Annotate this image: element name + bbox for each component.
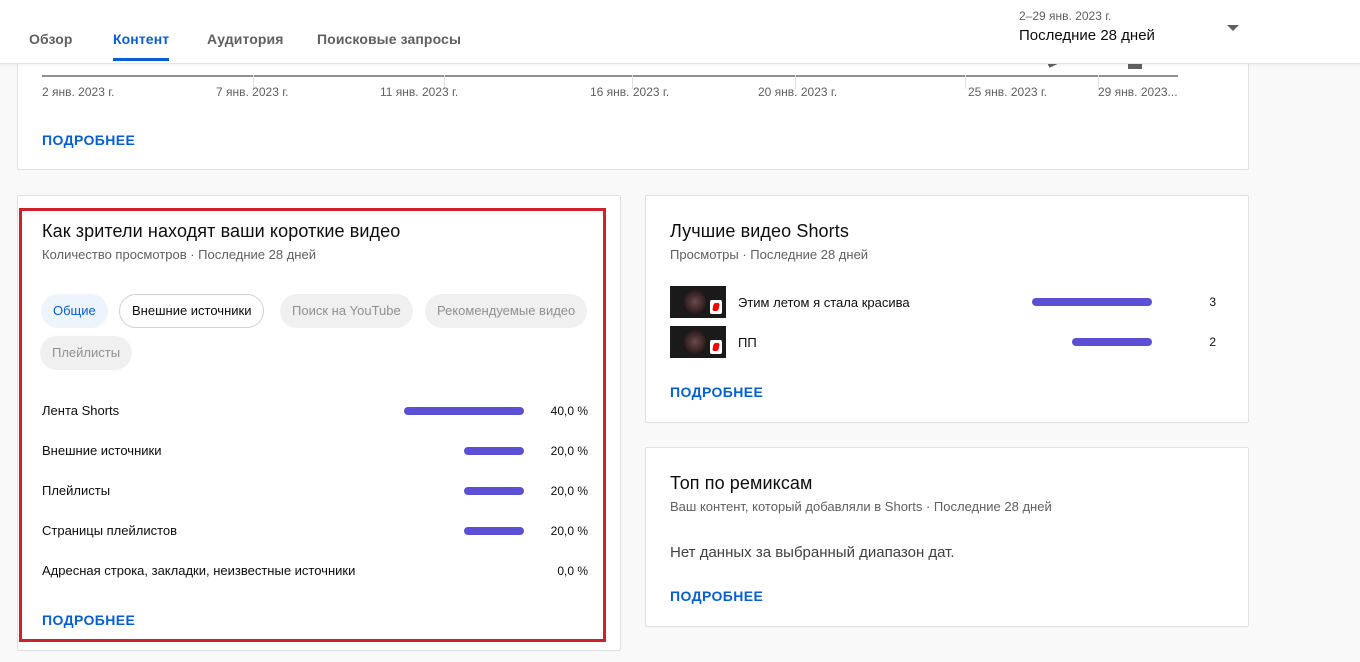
source-value: 0,0 % — [557, 564, 588, 578]
video-title[interactable]: Этим летом я стала красива — [738, 295, 910, 310]
top-shorts-card: Лучшие видео Shorts Просмотры · Последни… — [645, 195, 1249, 423]
tab-search-queries[interactable]: Поисковые запросы — [317, 31, 461, 61]
date-range-label: 2–29 янв. 2023 г. — [1019, 9, 1112, 23]
sources-more-link[interactable]: ПОДРОБНЕЕ — [42, 612, 135, 628]
source-label: Плейлисты — [42, 483, 111, 498]
x-tick-label: 2 янв. 2023 г. — [42, 85, 115, 99]
thumbnail-figure — [684, 290, 706, 314]
chart-x-axis — [42, 75, 1178, 77]
x-tick-label: 25 янв. 2023 г. — [968, 85, 1048, 99]
tab-content[interactable]: Контент — [113, 31, 170, 61]
source-bar — [404, 407, 524, 415]
card-title: Топ по ремиксам — [670, 473, 813, 493]
video-title[interactable]: ПП — [738, 335, 757, 350]
shorts-icon — [710, 340, 722, 354]
top-remix-card: Топ по ремиксам Ваш контент, который доб… — [645, 447, 1249, 627]
x-tick-label: 7 янв. 2023 г. — [216, 85, 289, 99]
chip-external-sources[interactable]: Внешние источники — [119, 294, 265, 328]
remix-more-link[interactable]: ПОДРОБНЕЕ — [670, 588, 763, 604]
video-views-value: 2 — [1209, 335, 1216, 349]
x-tick-label: 29 янв. 2023... — [1098, 85, 1178, 99]
card-subtitle: Количество просмотров · Последние 28 дне… — [42, 247, 316, 262]
source-value: 20,0 % — [550, 444, 588, 458]
card-subtitle: Ваш контент, который добавляли в Shorts … — [670, 499, 1052, 514]
card-subtitle: Просмотры · Последние 28 дней — [670, 247, 869, 262]
video-views-bar — [1072, 338, 1152, 346]
chip-playlists[interactable]: Плейлисты — [40, 336, 133, 370]
video-views-bar — [1032, 298, 1152, 306]
video-thumbnail[interactable] — [670, 286, 726, 318]
axis-tick — [965, 75, 966, 89]
source-value: 20,0 % — [550, 524, 588, 538]
x-tick-label: 20 янв. 2023 г. — [758, 85, 838, 99]
source-label: Внешние источники — [42, 443, 162, 458]
chart-more-link[interactable]: ПОДРОБНЕЕ — [42, 132, 135, 148]
source-value: 40,0 % — [550, 404, 588, 418]
tab-audience[interactable]: Аудитория — [207, 31, 284, 61]
analytics-header: Обзор Контент Аудитория Поисковые запрос… — [0, 0, 1360, 64]
source-label: Адресная строка, закладки, неизвестные и… — [42, 563, 356, 578]
views-chart-card: 2 янв. 2023 г. 7 янв. 2023 г. 11 янв. 20… — [17, 58, 1249, 170]
empty-state-message: Нет данных за выбранный диапазон дат. — [670, 544, 955, 561]
source-label: Страницы плейлистов — [42, 523, 178, 538]
chip-general[interactable]: Общие — [41, 294, 108, 328]
card-title: Лучшие видео Shorts — [670, 221, 849, 241]
source-value: 20,0 % — [550, 484, 588, 498]
chip-youtube-search[interactable]: Поиск на YouTube — [280, 294, 413, 328]
date-period-selector[interactable]: Последние 28 дней — [1019, 27, 1155, 44]
x-tick-label: 16 янв. 2023 г. — [590, 85, 670, 99]
source-label: Лента Shorts — [42, 403, 120, 418]
x-tick-label: 11 янв. 2023 г. — [380, 85, 459, 99]
card-title: Как зрители находят ваши короткие видео — [42, 221, 401, 241]
shorts-traffic-sources-card: Как зрители находят ваши короткие видео … — [17, 195, 621, 651]
video-views-value: 3 — [1209, 295, 1216, 309]
source-bar — [464, 527, 524, 535]
chip-suggested-videos[interactable]: Рекомендуемые видео — [425, 294, 588, 328]
tab-overview[interactable]: Обзор — [29, 31, 73, 61]
shorts-icon — [710, 300, 722, 314]
source-bar — [464, 447, 524, 455]
shorts-more-link[interactable]: ПОДРОБНЕЕ — [670, 384, 763, 400]
chevron-down-icon[interactable] — [1227, 25, 1239, 31]
source-bar — [464, 487, 524, 495]
video-thumbnail[interactable] — [670, 326, 726, 358]
thumbnail-figure — [684, 330, 706, 354]
